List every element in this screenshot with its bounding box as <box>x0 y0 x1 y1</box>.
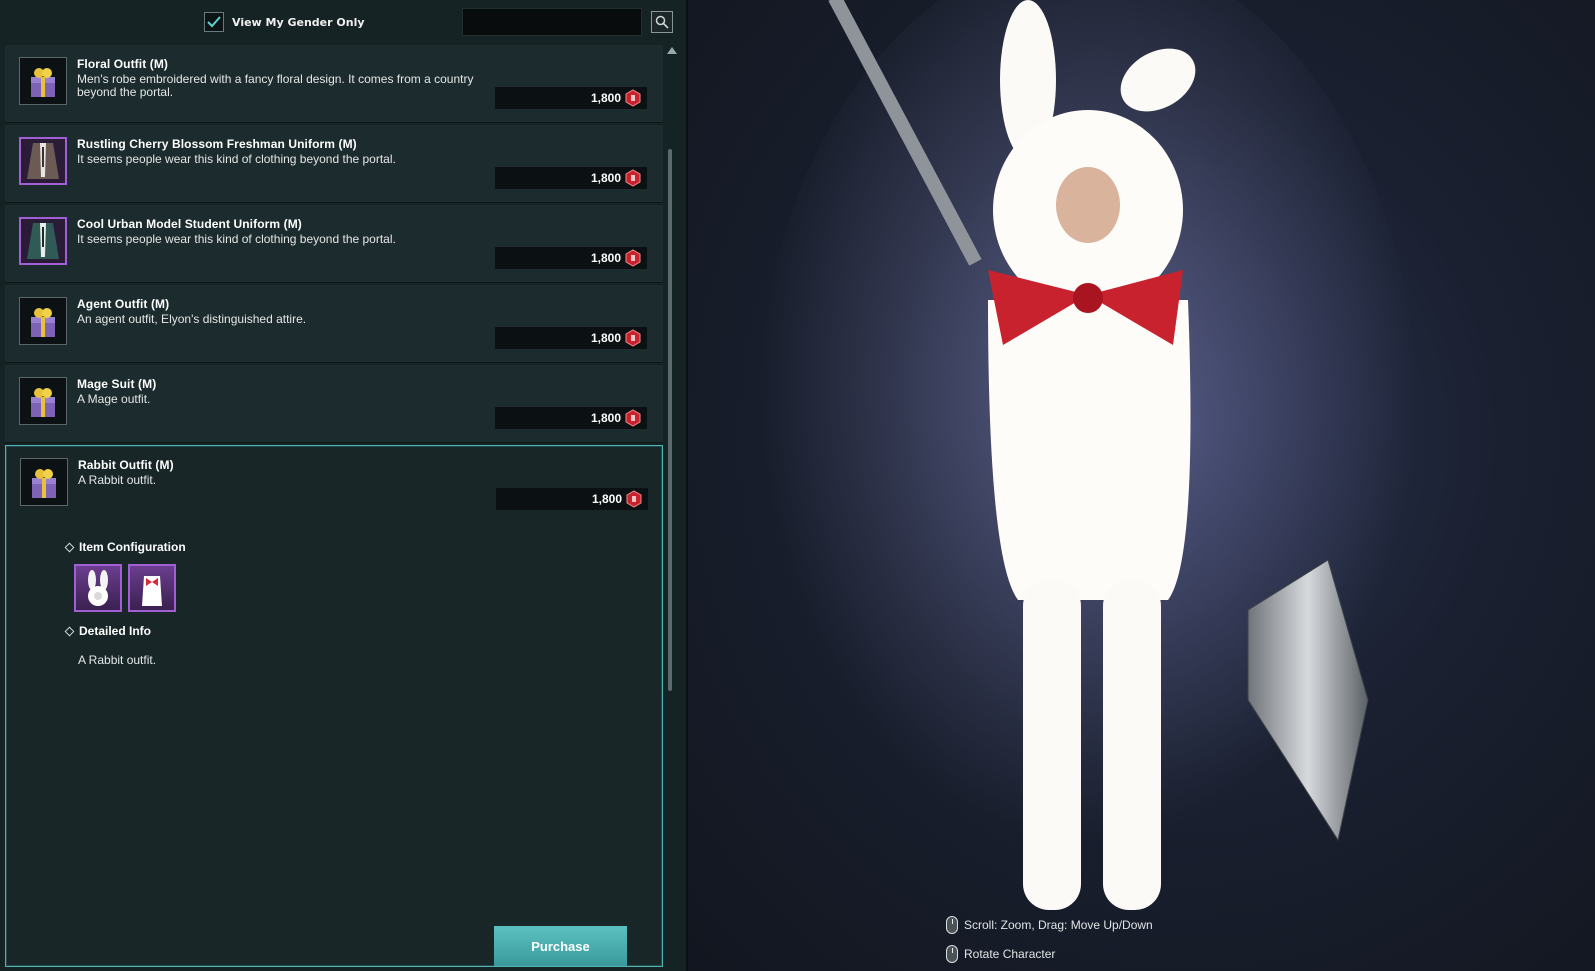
item-name: Agent Outfit (M) <box>77 297 170 311</box>
scroll-up-arrow-icon[interactable] <box>667 47 677 54</box>
item-thumbnail <box>19 137 67 185</box>
detailed-info-heading: Detailed Info <box>64 624 152 638</box>
item-thumbnail <box>20 458 68 506</box>
red-gem-icon <box>625 249 641 267</box>
character-render <box>758 0 1418 910</box>
item-config-icons <box>74 564 176 612</box>
item-price: 1,800 <box>590 411 621 425</box>
item-thumbnail <box>19 297 67 345</box>
list-item[interactable]: Floral Outfit (M) Men's robe embroidered… <box>5 45 663 123</box>
jacket-icon <box>27 143 59 179</box>
diamond-bullet-icon <box>64 542 75 552</box>
price-box: 1,800 <box>495 247 647 269</box>
filter-bar: View My Gender Only <box>0 0 686 44</box>
shop-panel: View My Gender Only Floral Outfit (M) Me… <box>0 0 688 971</box>
item-name: Floral Outfit (M) <box>77 57 169 71</box>
checkmark-icon <box>207 16 221 28</box>
item-price: 1,800 <box>590 171 621 185</box>
detailed-info-text: A Rabbit outfit. <box>78 653 157 667</box>
red-gem-icon <box>625 409 641 427</box>
gift-box-icon <box>31 308 55 337</box>
item-price: 1,800 <box>590 251 621 265</box>
list-item[interactable]: Cool Urban Model Student Uniform (M) It … <box>5 205 663 283</box>
zoom-hint-text: Scroll: Zoom, Drag: Move Up/Down <box>964 918 1153 932</box>
item-description: Men's robe embroidered with a fancy flor… <box>77 72 474 99</box>
item-price: 1,800 <box>590 331 621 345</box>
detailed-info-label: Detailed Info <box>79 624 152 638</box>
price-box: 1,800 <box>495 327 647 349</box>
list-scrollbar[interactable] <box>665 45 677 971</box>
diamond-bullet-icon <box>64 626 75 636</box>
item-description: An agent outfit, Elyon's distinguished a… <box>77 312 307 326</box>
item-name: Rustling Cherry Blossom Freshman Uniform… <box>77 137 357 151</box>
mouse-icon <box>946 945 958 963</box>
rabbit-suit-icon <box>142 576 162 606</box>
gender-filter-toggle[interactable]: View My Gender Only <box>204 12 365 32</box>
character-preview[interactable]: Scroll: Zoom, Drag: Move Up/Down Rotate … <box>688 0 1595 971</box>
scroll-thumb[interactable] <box>668 149 672 691</box>
jacket-icon <box>27 223 59 259</box>
rabbit-suit-slot[interactable] <box>128 564 176 612</box>
item-description: It seems people wear this kind of clothi… <box>77 232 396 246</box>
price-box: 1,800 <box>495 407 647 429</box>
price-box: 1,800 <box>495 87 647 109</box>
item-thumbnail <box>19 57 67 105</box>
item-name: Cool Urban Model Student Uniform (M) <box>77 217 302 231</box>
item-thumbnail <box>19 217 67 265</box>
search-input[interactable] <box>462 8 642 36</box>
gender-filter-checkbox[interactable] <box>204 12 224 32</box>
price-box: 1,800 <box>495 167 647 189</box>
rotate-hint: Rotate Character <box>946 945 1055 963</box>
item-name: Rabbit Outfit (M) <box>78 458 174 472</box>
item-price: 1,800 <box>591 492 622 506</box>
purchase-button[interactable]: Purchase <box>494 926 627 966</box>
item-config-label: Item Configuration <box>79 540 186 554</box>
rabbit-hood-slot[interactable] <box>74 564 122 612</box>
search-icon <box>655 15 669 29</box>
item-description: A Mage outfit. <box>77 392 151 406</box>
rabbit-hood-icon <box>88 570 108 606</box>
red-gem-icon <box>625 89 641 107</box>
red-gem-icon <box>625 169 641 187</box>
item-description: A Rabbit outfit. <box>78 473 157 487</box>
red-gem-icon <box>626 490 642 508</box>
search-button[interactable] <box>651 11 673 33</box>
item-name: Mage Suit (M) <box>77 377 157 391</box>
item-thumbnail <box>19 377 67 425</box>
list-item[interactable]: Agent Outfit (M) An agent outfit, Elyon'… <box>5 285 663 363</box>
gift-box-icon <box>31 388 55 417</box>
list-item-selected[interactable]: Rabbit Outfit (M) A Rabbit outfit. 1,800… <box>5 445 663 967</box>
outfit-list: Floral Outfit (M) Men's robe embroidered… <box>5 45 663 969</box>
mouse-icon <box>946 916 958 934</box>
list-item[interactable]: Rustling Cherry Blossom Freshman Uniform… <box>5 125 663 203</box>
list-item[interactable]: Mage Suit (M) A Mage outfit. 1,800 <box>5 365 663 443</box>
item-price: 1,800 <box>590 91 621 105</box>
item-config-heading: Item Configuration <box>64 540 186 554</box>
price-box: 1,800 <box>496 488 648 510</box>
rotate-hint-text: Rotate Character <box>964 947 1056 961</box>
item-description: It seems people wear this kind of clothi… <box>77 152 396 166</box>
gift-box-icon <box>31 68 55 97</box>
gift-box-icon <box>32 469 56 498</box>
red-gem-icon <box>625 329 641 347</box>
zoom-hint: Scroll: Zoom, Drag: Move Up/Down <box>946 916 1153 934</box>
gender-filter-label: View My Gender Only <box>232 15 365 29</box>
